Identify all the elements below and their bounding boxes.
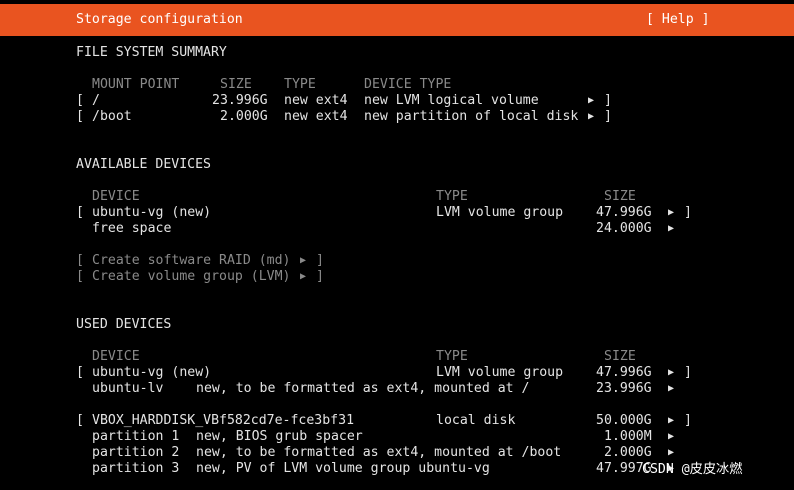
arrow-right-icon[interactable]: ▶ <box>668 413 674 429</box>
page-title: Storage configuration <box>76 12 243 27</box>
arrow-right-icon[interactable]: ▶ <box>668 381 674 397</box>
device-size: 47.996G <box>596 205 652 220</box>
close-bracket: ] <box>684 413 692 428</box>
partition-size: 2.000G <box>604 445 652 460</box>
arrow-right-icon[interactable]: ▶ <box>668 221 674 237</box>
disk-type: local disk <box>436 413 516 428</box>
fs-device-type: new LVM logical volume <box>364 93 539 108</box>
fs-summary-heading: FILE SYSTEM SUMMARY <box>76 45 227 60</box>
col-device: DEVICE <box>92 189 140 204</box>
create-vg-label: Create volume group (LVM) <box>92 269 291 284</box>
partition-desc: new, to be formatted as ext4, mounted at… <box>196 445 562 460</box>
partition-name: partition 3 <box>92 461 180 476</box>
close-bracket: ] <box>316 269 324 284</box>
col-size: SIZE <box>604 189 636 204</box>
device-name: ubuntu-vg (new) <box>92 205 212 220</box>
device-type: LVM volume group <box>436 205 564 220</box>
device-name: ubuntu-vg (new) <box>92 365 212 380</box>
lv-name: ubuntu-lv <box>92 381 164 396</box>
partition-desc: new, PV of LVM volume group ubuntu-vg <box>196 461 490 476</box>
open-bracket: [ <box>76 93 84 108</box>
help-button[interactable]: [ Help ] <box>646 12 710 27</box>
open-bracket: [ <box>76 109 84 124</box>
open-bracket: [ <box>76 365 84 380</box>
arrow-right-icon: ▶ <box>300 271 307 282</box>
fs-size: 2.000G <box>220 109 268 124</box>
fs-mount: /boot <box>92 109 132 124</box>
col-type: TYPE <box>436 349 468 364</box>
partition-name: partition 1 <box>92 429 180 444</box>
open-bracket: [ <box>76 269 84 284</box>
open-bracket: [ <box>76 205 84 220</box>
partition-name: partition 2 <box>92 445 180 460</box>
partition-desc: new, BIOS grub spacer <box>196 429 363 444</box>
col-type: TYPE <box>284 77 316 92</box>
arrow-right-icon[interactable]: ▶ <box>668 429 674 445</box>
lv-desc: new, to be formatted as ext4, mounted at… <box>196 381 530 396</box>
title-bar: Storage configuration [ Help ] <box>0 4 794 36</box>
col-size: SIZE <box>220 77 252 92</box>
arrow-right-icon: ▶ <box>300 255 307 266</box>
arrow-right-icon[interactable]: ▶ <box>588 109 594 125</box>
disk-name: VBOX_HARDDISK_VBf582cd7e-fce3bf31 <box>92 413 355 428</box>
close-bracket: ] <box>316 253 324 268</box>
col-device-type: DEVICE TYPE <box>364 77 452 92</box>
open-bracket: [ <box>76 253 84 268</box>
col-mount-point: MOUNT POINT <box>92 77 180 92</box>
close-bracket: ] <box>604 109 612 124</box>
arrow-right-icon[interactable]: ▶ <box>668 445 674 461</box>
open-bracket: [ <box>76 413 84 428</box>
col-type: TYPE <box>436 189 468 204</box>
free-space-label: free space <box>92 221 172 236</box>
fs-mount: / <box>92 93 100 108</box>
arrow-right-icon[interactable]: ▶ <box>588 93 594 109</box>
col-size: SIZE <box>604 349 636 364</box>
fs-size: 23.996G <box>212 93 268 108</box>
create-raid-label: Create software RAID (md) <box>92 253 291 268</box>
arrow-right-icon[interactable]: ▶ <box>668 205 674 221</box>
used-devices-heading: USED DEVICES <box>76 317 172 332</box>
close-bracket: ] <box>684 365 692 380</box>
close-bracket: ] <box>684 205 692 220</box>
close-bracket: ] <box>604 93 612 108</box>
available-devices-heading: AVAILABLE DEVICES <box>76 157 211 172</box>
col-device: DEVICE <box>92 349 140 364</box>
fs-device-type: new partition of local disk <box>364 109 579 124</box>
partition-size: 1.000M <box>604 429 652 444</box>
device-size: 47.996G <box>596 365 652 380</box>
fs-type: new ext4 <box>284 109 348 124</box>
lv-size: 23.996G <box>596 381 652 396</box>
arrow-right-icon[interactable]: ▶ <box>668 365 674 381</box>
disk-size: 50.000G <box>596 413 652 428</box>
watermark: CSDN @皮皮冰燃 <box>642 462 743 477</box>
fs-type: new ext4 <box>284 93 348 108</box>
device-type: LVM volume group <box>436 365 564 380</box>
free-space-size: 24.000G <box>596 221 652 236</box>
